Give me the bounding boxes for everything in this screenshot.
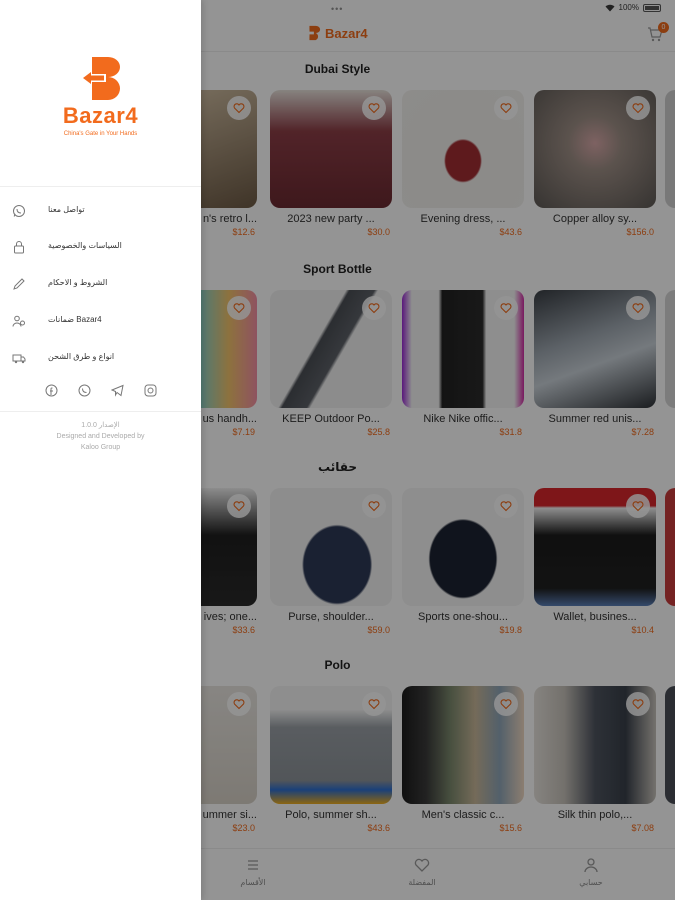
battery-percent: 100%	[618, 3, 639, 12]
menu-guarantees[interactable]: ضمانات Bazar4	[0, 311, 201, 333]
credit-line: Designed and Developed by	[56, 433, 145, 440]
truck-icon	[12, 354, 26, 364]
drawer-tagline: China's Gate in Your Hands	[63, 131, 138, 137]
credit-company: Kaloo Group	[80, 444, 121, 451]
facebook-icon[interactable]	[45, 384, 58, 397]
users-icon	[12, 315, 25, 327]
menu-label: ضمانات Bazar4	[48, 315, 102, 324]
menu-label: السياسات والخصوصية	[48, 241, 122, 250]
drawer-logo: Bazar4 China's Gate in Your Hands	[0, 55, 201, 137]
menu-label: الشروط و الاحكام	[48, 278, 108, 287]
logo-icon	[78, 57, 120, 100]
pencil-icon	[13, 278, 25, 290]
app-version-info: الإصدار 1.0.0 Designed and Developed by …	[0, 420, 201, 453]
divider	[0, 186, 201, 187]
menu-privacy-policy[interactable]: السياسات والخصوصية	[0, 237, 201, 259]
menu-shipping[interactable]: انواع و طرق الشحن	[0, 348, 201, 370]
side-drawer: Bazar4 China's Gate in Your Hands تواصل …	[0, 0, 201, 900]
multitask-indicator: •••	[331, 4, 344, 14]
social-links	[45, 384, 157, 397]
whatsapp-icon[interactable]	[78, 384, 91, 397]
menu-label: تواصل معنا	[48, 205, 85, 214]
status-bar: ••• 100%	[0, 0, 675, 18]
whatsapp-icon	[13, 205, 25, 217]
menu-terms[interactable]: الشروط و الاحكام	[0, 274, 201, 296]
version-line: الإصدار 1.0.0	[81, 422, 120, 429]
battery-icon	[643, 3, 661, 12]
wifi-icon	[605, 4, 615, 11]
telegram-icon[interactable]	[110, 384, 124, 397]
menu-label: انواع و طرق الشحن	[48, 352, 115, 361]
drawer-brand: Bazar4	[62, 103, 139, 128]
instagram-icon[interactable]	[144, 384, 157, 397]
divider	[0, 411, 201, 412]
menu-contact-us[interactable]: تواصل معنا	[0, 201, 201, 223]
lock-icon	[14, 241, 24, 254]
